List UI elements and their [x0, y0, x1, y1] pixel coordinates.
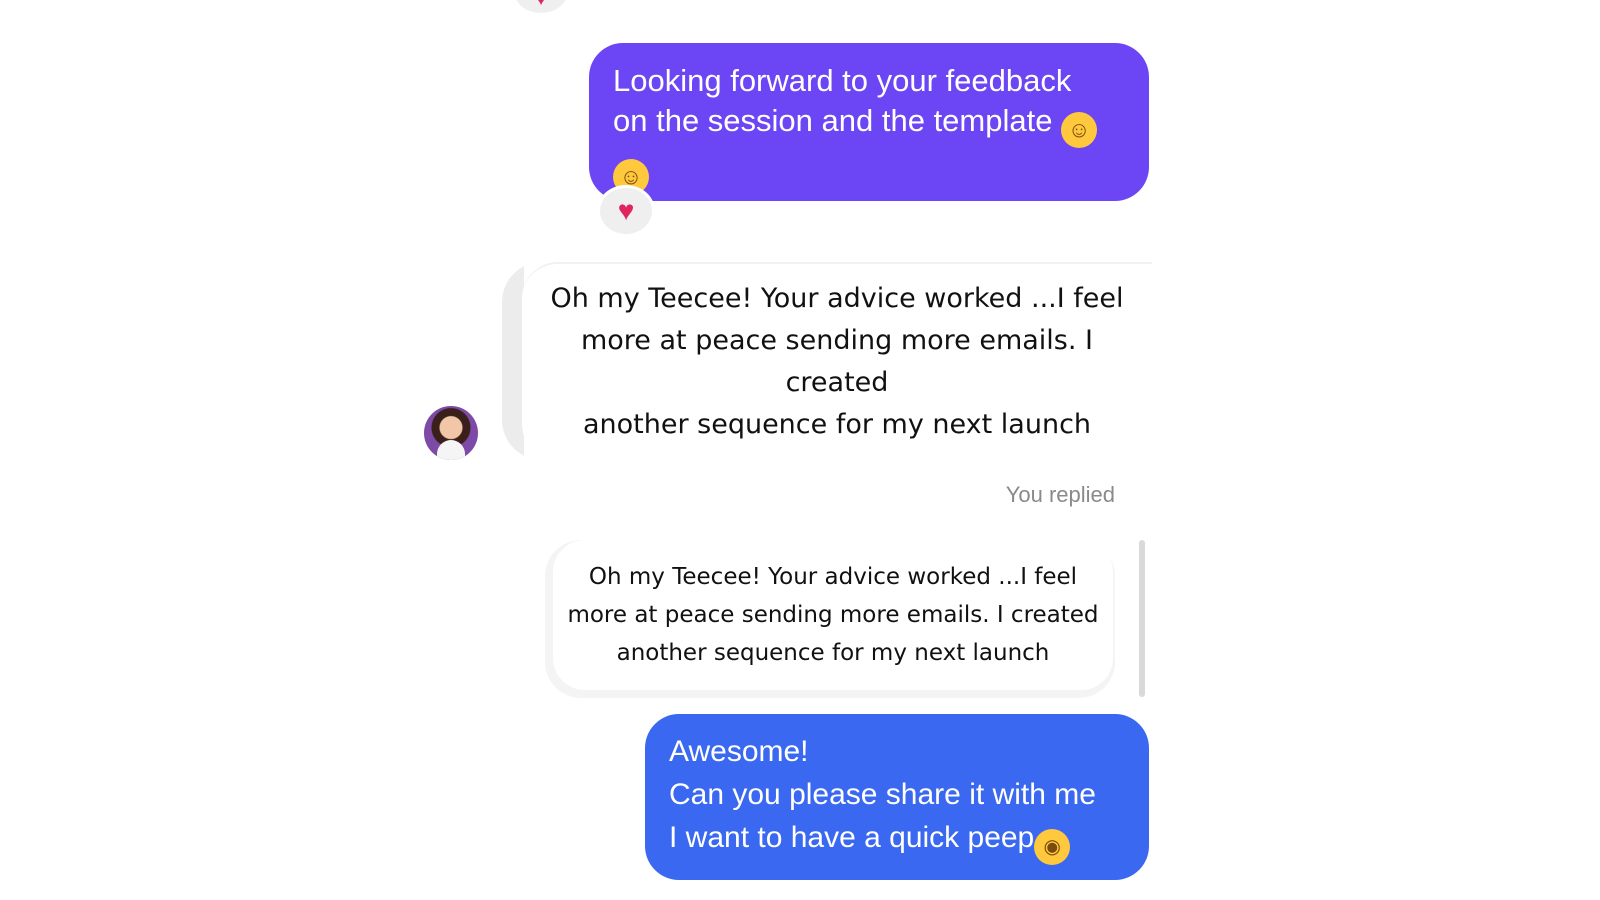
message-text-line: on the session and the template [613, 103, 1053, 138]
message-text-line: Oh my Teecee! Your advice worked ...I fe… [550, 283, 1124, 314]
message-text-line: another sequence for my next launch [582, 409, 1092, 440]
outgoing-message-bubble[interactable]: Awesome! Can you please share it with me… [645, 714, 1149, 880]
outgoing-message-bubble[interactable]: Looking forward to your feedback on the … [589, 43, 1149, 201]
heart-icon: ♥ [534, 0, 547, 9]
heart-icon: ♥ [617, 195, 635, 226]
message-text-line: more at peace sending more emails. I cre… [580, 325, 1093, 398]
hugging-face-icon: ☺ [1061, 112, 1098, 148]
message-text-line: Awesome! [669, 735, 809, 768]
avatar[interactable] [424, 406, 478, 460]
quoted-message-bubble[interactable]: Oh my Teecee! Your advice worked ...I fe… [553, 540, 1113, 690]
quoted-text-line: more at peace sending more emails. I cre… [567, 602, 1099, 628]
quote-indicator-bar [1139, 540, 1145, 697]
quoted-text-line: another sequence for my next launch [616, 640, 1050, 666]
chat-thread: ♥ Looking forward to your feedback on th… [0, 0, 1600, 900]
message-text-line: I want to have a quick peep [669, 821, 1035, 854]
face-with-hand-over-mouth-icon: ◉ [1034, 829, 1071, 865]
reply-label: You replied [1005, 482, 1115, 507]
message-text-line: Can you please share it with me [669, 778, 1096, 811]
incoming-message-bubble[interactable]: Oh my Teecee! Your advice worked ...I fe… [522, 262, 1152, 460]
heart-reaction-icon[interactable]: ♥ [597, 185, 655, 237]
message-text-line: Looking forward to your feedback [613, 63, 1072, 98]
heart-reaction-icon[interactable]: ♥ [512, 0, 570, 16]
quoted-text-line: Oh my Teecee! Your advice worked ...I fe… [588, 564, 1078, 590]
